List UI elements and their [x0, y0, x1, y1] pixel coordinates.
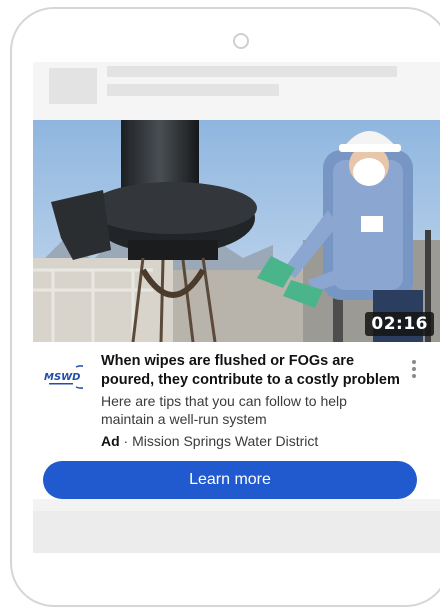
learn-more-button[interactable]: Learn more: [43, 461, 417, 499]
ad-label: Ad: [101, 433, 120, 449]
advertiser-name: Mission Springs Water District: [132, 433, 319, 449]
camera-icon: [233, 33, 249, 49]
meta-separator: ·: [119, 433, 133, 449]
video-thumbnail[interactable]: 02:16: [33, 120, 440, 342]
advertiser-logo[interactable]: MSWD: [43, 364, 93, 390]
placeholder-thumbnail: [49, 68, 97, 104]
placeholder-header: [33, 62, 440, 120]
placeholder-text-line: [107, 84, 279, 96]
ad-meta: Ad · Mission Springs Water District: [101, 432, 401, 450]
app-screen: 02:16 MSWD When wipes are flushed or FOG…: [33, 62, 440, 553]
ad-headline[interactable]: When wipes are flushed or FOGs are poure…: [101, 352, 411, 390]
svg-text:MSWD: MSWD: [44, 372, 80, 383]
video-thumbnail-image: [33, 120, 440, 342]
video-ad-card[interactable]: 02:16 MSWD When wipes are flushed or FOG…: [33, 120, 440, 499]
ad-description: Here are tips that you can follow to hel…: [101, 393, 347, 427]
more-vertical-icon[interactable]: [408, 360, 420, 382]
placeholder-text-line: [107, 66, 397, 77]
next-feed-item-placeholder: [33, 511, 440, 553]
video-duration-badge: 02:16: [365, 312, 434, 336]
advertiser-logo-image: MSWD: [44, 365, 93, 389]
